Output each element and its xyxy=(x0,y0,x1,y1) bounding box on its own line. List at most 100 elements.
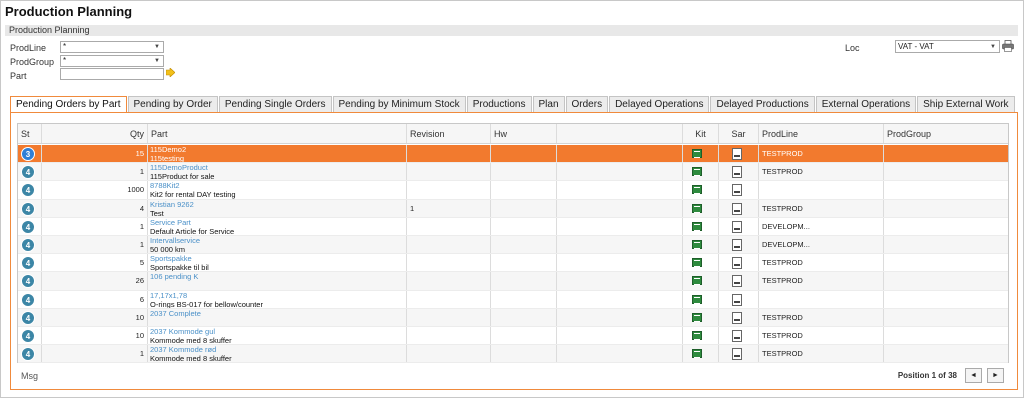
table-row[interactable]: 4 26 106 pending K TESTPROD xyxy=(18,272,1008,291)
kit-cell xyxy=(683,181,719,199)
col-header-prodgroup[interactable]: ProdGroup xyxy=(884,124,1008,143)
position-current: 1 xyxy=(931,371,937,380)
status-badge: 4 xyxy=(21,165,35,180)
part-link[interactable]: 106 pending K xyxy=(148,272,406,281)
kit-icon[interactable] xyxy=(692,167,702,177)
part-link[interactable]: 17,17x1,78 xyxy=(148,291,406,300)
status-cell: 4 xyxy=(18,290,42,308)
kit-cell xyxy=(683,272,719,290)
kit-icon[interactable] xyxy=(692,276,702,286)
document-icon[interactable] xyxy=(732,275,742,288)
part-link[interactable]: Sportspakke xyxy=(148,254,406,263)
kit-icon[interactable] xyxy=(692,258,702,268)
kit-icon[interactable] xyxy=(692,349,702,359)
table-row[interactable]: 4 1000 8788Kit2 Kit2 for rental DAY testing xyxy=(18,181,1008,200)
col-header-blank[interactable] xyxy=(557,124,683,143)
table-row[interactable]: 4 4 Kristian 9262 Test 1 TESTPROD xyxy=(18,199,1008,218)
kit-icon[interactable] xyxy=(692,185,702,195)
tab-external-operations[interactable]: External Operations xyxy=(815,96,917,112)
col-header-st[interactable]: St xyxy=(18,124,42,143)
tab-plan[interactable]: Plan xyxy=(532,96,565,112)
part-description: Kommode med 8 skuffer xyxy=(150,354,232,363)
part-link[interactable]: 8788Kit2 xyxy=(148,181,406,190)
part-link[interactable]: 115Demo2 xyxy=(148,145,406,154)
kit-cell xyxy=(683,217,719,235)
print-icon[interactable] xyxy=(1002,40,1014,52)
hw-cell xyxy=(491,345,557,363)
prodline-cell: TESTPROD xyxy=(759,272,884,290)
kit-icon[interactable] xyxy=(692,149,702,158)
part-input[interactable] xyxy=(60,68,164,80)
status-badge: 4 xyxy=(21,292,35,307)
tab-delayed-productions[interactable]: Delayed Productions xyxy=(710,96,815,112)
kit-icon[interactable] xyxy=(692,331,702,340)
col-header-qty[interactable]: Qty xyxy=(42,124,148,143)
part-description: O-rings BS-017 for bellow/counter xyxy=(150,299,263,308)
table-row[interactable]: 4 1 Service Part Default Article for Servic… xyxy=(18,217,1008,236)
table-row[interactable]: 4 1 Intervallservice 50 000 km DEVELOPM... xyxy=(18,236,1008,255)
position-total: 38 xyxy=(948,371,957,380)
kit-icon[interactable] xyxy=(692,203,702,213)
document-icon[interactable] xyxy=(732,330,742,342)
document-icon[interactable] xyxy=(732,184,742,197)
document-icon[interactable] xyxy=(732,348,742,361)
part-cell: Intervallservice 50 000 km xyxy=(148,236,407,254)
document-icon[interactable] xyxy=(732,202,742,215)
kit-icon[interactable] xyxy=(692,312,702,322)
prodline-cell xyxy=(759,181,884,199)
tab-orders[interactable]: Orders xyxy=(565,96,609,112)
document-icon[interactable] xyxy=(732,239,742,251)
tab-pending-by-order[interactable]: Pending by Order xyxy=(127,96,218,112)
table-row[interactable]: 3 15 115Demo2 115testing TESTPROD xyxy=(18,145,1008,164)
document-icon[interactable] xyxy=(732,293,742,306)
part-link[interactable]: 2037 Kommode gul xyxy=(148,327,406,336)
prev-page-button[interactable]: ◄ xyxy=(965,368,982,383)
col-header-kit[interactable]: Kit xyxy=(683,124,719,143)
next-page-button[interactable]: ► xyxy=(987,368,1004,383)
table-row[interactable]: 4 10 2037 Complete TESTPROD xyxy=(18,308,1008,327)
col-header-hw[interactable]: Hw xyxy=(491,124,557,143)
table-row[interactable]: 4 1 2037 Kommode rød Kommode med 8 skuffer T… xyxy=(18,345,1008,364)
part-link[interactable]: Service Part xyxy=(148,218,406,227)
status-badge: 4 xyxy=(21,274,35,289)
kit-icon[interactable] xyxy=(692,240,702,249)
tab-pending-by-minimum-stock[interactable]: Pending by Minimum Stock xyxy=(332,96,466,112)
part-description: Test xyxy=(150,208,164,217)
part-link[interactable]: Kristian 9262 xyxy=(148,200,406,209)
tab-productions[interactable]: Productions xyxy=(466,96,532,112)
tab-delayed-operations[interactable]: Delayed Operations xyxy=(609,96,710,112)
table-row[interactable]: 4 5 Sportspakke Sportspakke til bil TESTPROD xyxy=(18,254,1008,273)
part-link[interactable]: 2037 Complete xyxy=(148,309,406,318)
col-header-revision[interactable]: Revision xyxy=(407,124,491,143)
table-row[interactable]: 4 10 2037 Kommode gul Kommode med 8 skuffer… xyxy=(18,327,1008,346)
prodgroup-label: ProdGroup xyxy=(10,57,55,67)
tab-pending-single-orders[interactable]: Pending Single Orders xyxy=(218,96,332,112)
tab-pending-orders-by-part[interactable]: Pending Orders by Part xyxy=(10,96,127,112)
table-row[interactable]: 4 1 115DemoProduct 115Product for sale TESTP… xyxy=(18,163,1008,182)
sar-cell xyxy=(719,199,759,217)
col-header-part[interactable]: Part xyxy=(148,124,407,143)
status-cell: 4 xyxy=(18,199,42,217)
table-row[interactable]: 4 6 17,17x1,78 O-rings BS-017 for bellow/co… xyxy=(18,290,1008,309)
kit-icon[interactable] xyxy=(692,221,702,231)
prodgroup-select[interactable]: * ▼ xyxy=(60,55,164,67)
kit-cell xyxy=(683,327,719,345)
part-cell: 2037 Kommode rød Kommode med 8 skuffer xyxy=(148,345,407,363)
col-header-prodline[interactable]: ProdLine xyxy=(759,124,884,143)
part-link[interactable]: 115DemoProduct xyxy=(148,163,406,172)
document-icon[interactable] xyxy=(732,148,742,160)
document-icon[interactable] xyxy=(732,311,742,324)
kit-icon[interactable] xyxy=(692,294,702,304)
col-header-sar[interactable]: Sar xyxy=(719,124,759,143)
prodline-cell: TESTPROD xyxy=(759,345,884,363)
prodline-select[interactable]: * ▼ xyxy=(60,41,164,53)
document-icon[interactable] xyxy=(732,166,742,179)
tab-ship-external-work[interactable]: Ship External Work xyxy=(917,96,1015,112)
part-link[interactable]: Intervallservice xyxy=(148,236,406,245)
arrow-right-icon[interactable] xyxy=(166,68,175,77)
document-icon[interactable] xyxy=(732,257,742,270)
loc-select[interactable]: VAT - VAT ▼ xyxy=(895,40,1000,53)
part-link[interactable]: 2037 Kommode rød xyxy=(148,345,406,354)
qty-cell: 1 xyxy=(42,163,148,181)
document-icon[interactable] xyxy=(732,220,742,233)
